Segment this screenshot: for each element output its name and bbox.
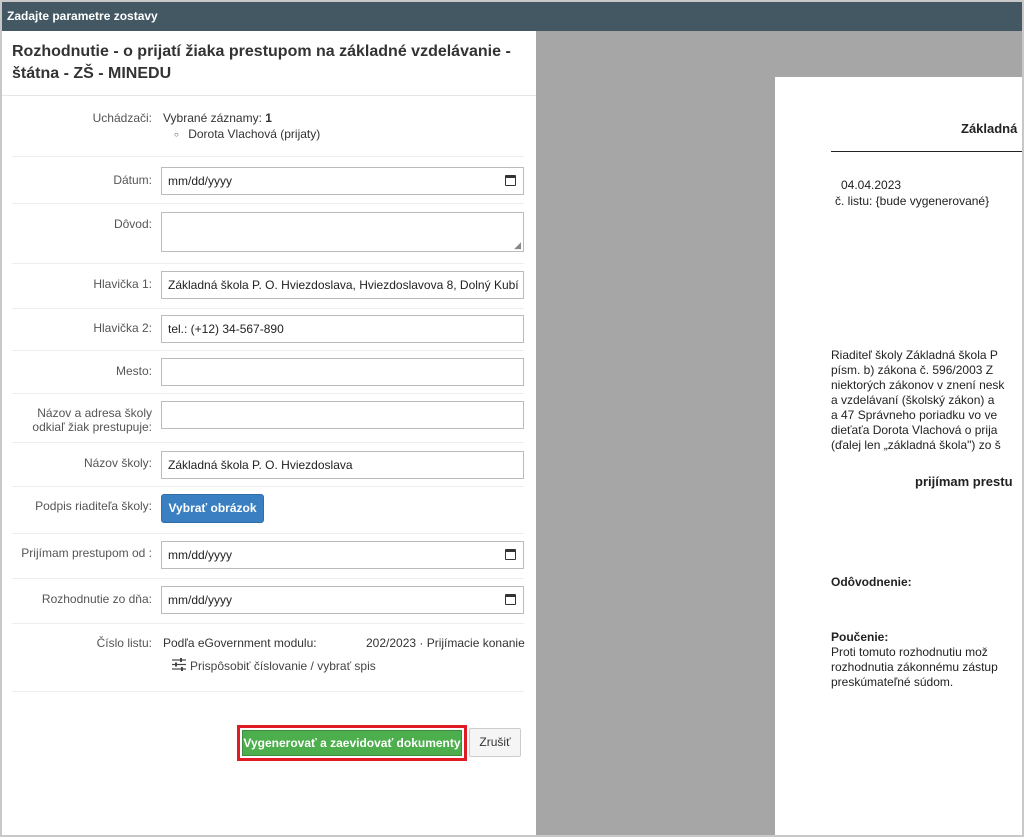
preview-title: Základná [961, 121, 1018, 136]
bullet-icon: ○ [174, 130, 179, 139]
generate-and-register-button[interactable]: Vygenerovať a zaevidovať dokumenty [242, 730, 462, 756]
header2-label: Hlavička 2: [93, 321, 152, 335]
school-from-label-line2: odkiaľ žiak prestupuje: [32, 420, 152, 434]
preview-date: 04.04.2023 [841, 178, 902, 192]
divider [12, 350, 524, 351]
decision-date-field[interactable]: mm/dd/yyyy [161, 586, 524, 614]
calendar-icon[interactable] [505, 594, 516, 605]
sliders-icon[interactable] [172, 658, 186, 671]
signature-label: Podpis riaditeľa školy: [35, 499, 152, 513]
accept-from-label: Prijímam prestupom od : [21, 546, 152, 560]
city-label: Mesto: [115, 364, 152, 378]
list-item: ○ Dorota Vlachová (prijaty) [174, 127, 320, 141]
instruction-line: rozhodnutia zákonnému zástup [831, 660, 998, 674]
paragraph-line: a vzdelávaní (školský zákon) a [831, 393, 995, 407]
reason-label: Dôvod: [113, 217, 152, 231]
accept-from-date-field[interactable]: mm/dd/yyyy [161, 541, 524, 569]
sheet-number-label: Číslo listu: [96, 636, 152, 650]
preview-instruction-heading: Poučenie: [831, 630, 889, 644]
calendar-icon[interactable] [505, 175, 516, 186]
customize-numbering-link[interactable]: Prispôsobiť číslovanie / vybrať spis [190, 659, 376, 673]
date-field[interactable]: mm/dd/yyyy [161, 167, 524, 195]
divider [12, 442, 524, 443]
generate-button-highlight: Vygenerovať a zaevidovať dokumenty [237, 725, 467, 761]
divider [12, 533, 524, 534]
dialog-title: Zadajte parametre zostavy [7, 9, 158, 23]
city-field[interactable] [161, 358, 524, 386]
paragraph-line: niektorých zákonov v znení nesk [831, 378, 1005, 392]
divider [12, 156, 524, 157]
accept-from-placeholder: mm/dd/yyyy [168, 548, 233, 562]
divider [12, 203, 524, 204]
school-from-label: Názov a adresa školy odkiaľ žiak prestup… [2, 406, 152, 434]
applicants-label: Uchádzači: [92, 111, 152, 125]
instruction-line: Proti tomuto rozhodnutiu mož [831, 645, 988, 659]
form-heading: Rozhodnutie - o prijatí žiaka prestupom … [12, 43, 511, 82]
reason-textarea[interactable]: ◢ [161, 212, 524, 252]
date-placeholder: mm/dd/yyyy [168, 174, 233, 188]
paragraph-line: písm. b) zákona č. 596/2003 Z [831, 363, 994, 377]
divider [12, 691, 524, 692]
calendar-icon[interactable] [505, 549, 516, 560]
preview-sheet-number: č. listu: {bude vygenerované} [835, 194, 990, 208]
preview-paragraph: Riaditeľ školy Základná škola P písm. b)… [831, 348, 1004, 453]
paragraph-line: a 47 Správneho poriadku vo ve [831, 408, 998, 422]
date-label: Dátum: [113, 173, 152, 187]
divider [12, 263, 524, 264]
dialog-title-bar: Zadajte parametre zostavy [2, 2, 1022, 31]
instruction-line: preskúmateľné súdom. [831, 675, 954, 689]
selected-records: Vybrané záznamy: 1 [163, 111, 272, 125]
divider [2, 95, 536, 96]
school-from-field[interactable] [161, 401, 524, 429]
document-preview: Základná 04.04.2023 č. listu: {bude vyge… [775, 77, 1022, 835]
sheet-number-value: 202/2023 · Prijímacie konanie [366, 636, 525, 650]
divider [12, 486, 524, 487]
school-name-label: Názov školy: [83, 456, 152, 470]
divider [12, 308, 524, 309]
paragraph-line: Riaditeľ školy Základná škola P [831, 348, 998, 362]
applicant-name: Dorota Vlachová (prijaty) [188, 127, 321, 141]
school-name-field[interactable]: Základná škola P. O. Hviezdoslava [161, 451, 524, 479]
resize-grip-icon[interactable]: ◢ [514, 241, 521, 250]
sheet-number-source: Podľa eGovernment modulu: [163, 636, 317, 650]
select-image-button[interactable]: Vybrať obrázok [161, 494, 264, 523]
header1-label: Hlavička 1: [93, 277, 152, 291]
divider [12, 393, 524, 394]
paragraph-line: dieťaťa Dorota Vlachová o prija [831, 423, 998, 437]
selected-records-text: Vybrané záznamy: [163, 111, 262, 125]
header1-field[interactable]: Základná škola P. O. Hviezdoslava, Hviez… [161, 271, 524, 299]
preview-reasoning-heading: Odôvodnenie: [831, 575, 912, 589]
cancel-button[interactable]: Zrušiť [469, 728, 521, 757]
divider [12, 623, 524, 624]
header2-field[interactable]: tel.: (+12) 34-567-890 [161, 315, 524, 343]
preview-instruction: Proti tomuto rozhodnutiu mož rozhodnutia… [831, 645, 998, 690]
selected-records-count: 1 [265, 111, 272, 125]
decision-date-label: Rozhodnutie zo dňa: [41, 592, 152, 606]
preview-decision: prijímam prestu [915, 474, 1013, 489]
divider [12, 578, 524, 579]
school-from-label-line1: Názov a adresa školy [37, 406, 152, 420]
divider [831, 151, 1022, 152]
paragraph-line: (ďalej len „základná škola") zo š [831, 438, 1001, 452]
parameters-form: Rozhodnutie - o prijatí žiaka prestupom … [2, 31, 536, 835]
decision-date-placeholder: mm/dd/yyyy [168, 593, 233, 607]
